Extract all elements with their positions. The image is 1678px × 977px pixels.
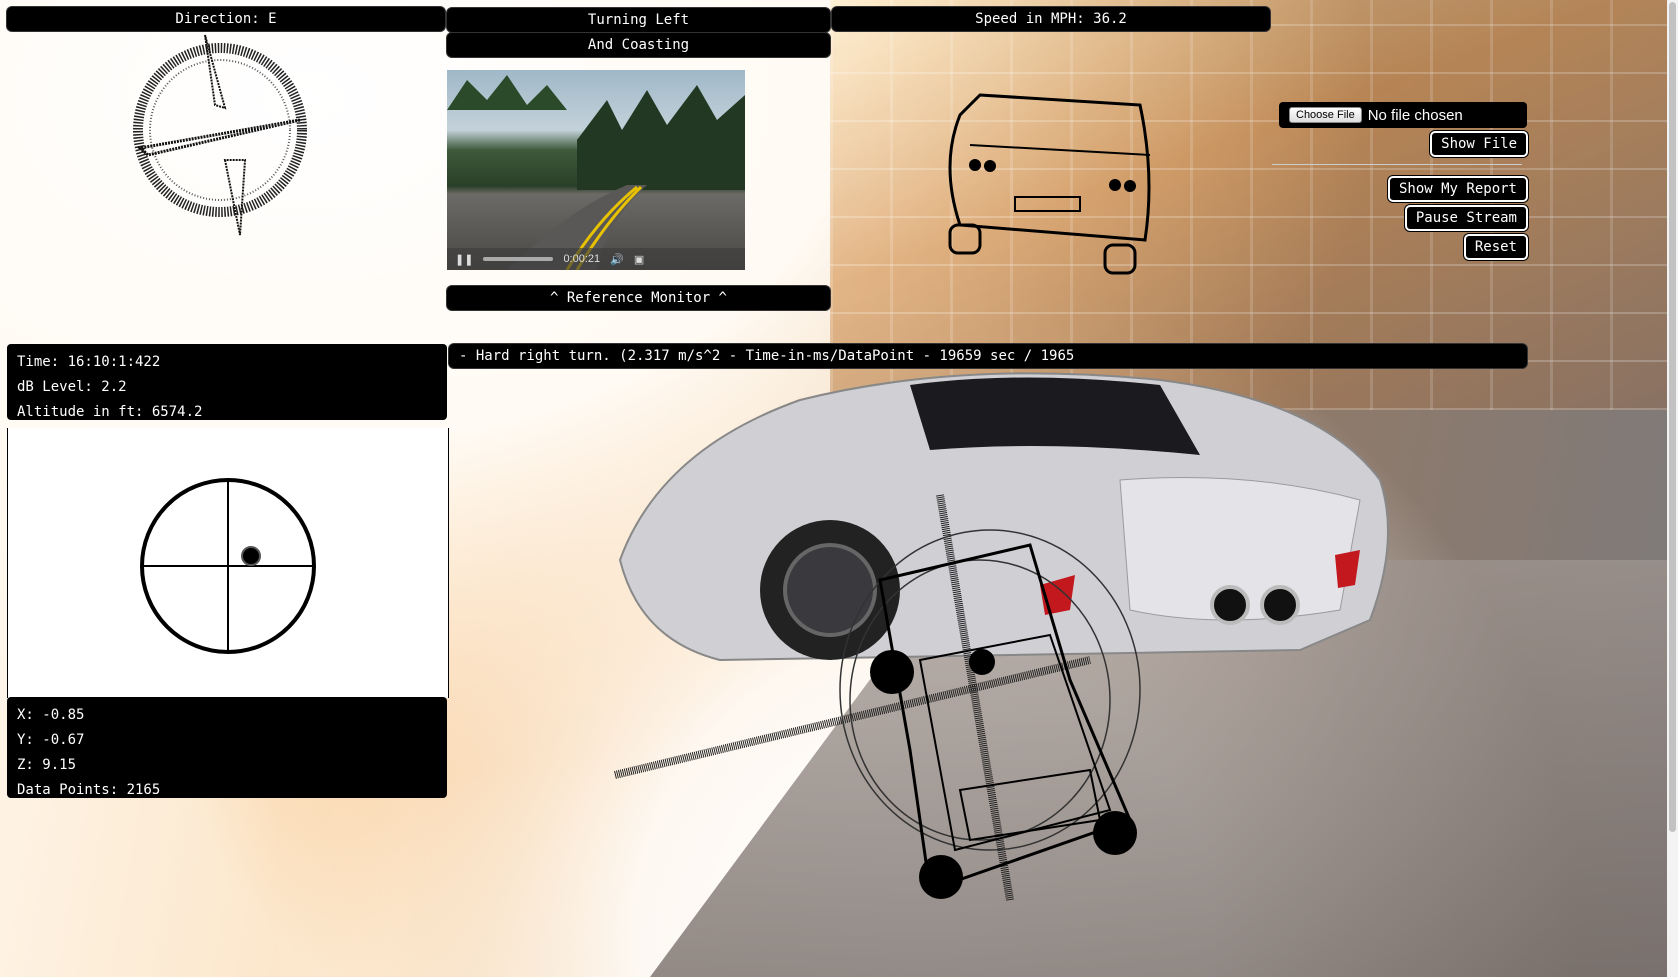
show-report-button[interactable]: Show My Report — [1387, 176, 1528, 202]
choose-file-button[interactable]: Choose File — [1289, 107, 1362, 123]
telemetry-panel: Time: 16:10:1:422 dB Level: 2.2 Altitude… — [7, 344, 447, 420]
compass-icon — [133, 34, 307, 236]
progress-bar[interactable] — [483, 257, 554, 261]
file-status: No file chosen — [1367, 106, 1463, 124]
reset-button[interactable]: Reset — [1463, 234, 1528, 260]
crosshair-icon — [140, 478, 316, 654]
y-readout: Y: -0.67 — [17, 732, 85, 748]
volume-icon[interactable]: 🔊 — [610, 253, 624, 266]
event-bar: - Hard right turn. (2.317 m/s^2 - Time-i… — [449, 344, 1527, 368]
pause-stream-button[interactable]: Pause Stream — [1404, 205, 1528, 231]
show-file-button[interactable]: Show File — [1430, 131, 1528, 157]
pause-icon[interactable]: ❚❚ — [455, 253, 473, 266]
altitude-readout: Altitude in ft: 6574.2 — [17, 404, 203, 420]
accelerometer-gauge — [7, 428, 449, 698]
file-chooser: Choose File No file chosen — [1279, 102, 1527, 128]
reference-monitor-text: ^ Reference Monitor ^ — [549, 290, 727, 306]
scrollbar-thumb[interactable] — [1669, 2, 1676, 832]
vehicle-orientation-icon — [948, 93, 1151, 275]
direction-bar: Direction: E — [7, 7, 445, 31]
x-readout: X: -0.85 — [17, 707, 85, 723]
data-points-readout: Data Points: 2165 — [17, 782, 161, 798]
db-level-readout: dB Level: 2.2 — [17, 379, 127, 395]
speed-text: Speed in MPH: 36.2 — [975, 11, 1127, 27]
video-controls: ❚❚ 0:00:21 🔊 ▣ — [447, 248, 745, 270]
event-text: - Hard right turn. (2.317 m/s^2 - Time-i… — [459, 348, 1075, 364]
accelerometer-panel: X: -0.85 Y: -0.67 Z: 9.15 Data Points: 2… — [7, 697, 447, 798]
page-scrollbar[interactable] — [1667, 0, 1678, 977]
video-time: 0:00:21 — [563, 253, 601, 265]
reference-video[interactable]: ❚❚ 0:00:21 🔊 ▣ — [447, 70, 745, 270]
acceleration-dot — [241, 546, 261, 566]
turn-status-bar-1: Turning Left — [447, 8, 830, 32]
turn-status-bar-2: And Coasting — [447, 33, 830, 57]
time-readout: Time: 16:10:1:422 — [17, 354, 161, 370]
reference-monitor-bar: ^ Reference Monitor ^ — [447, 286, 830, 310]
fullscreen-icon[interactable]: ▣ — [634, 253, 644, 266]
z-readout: Z: 9.15 — [17, 757, 77, 773]
road-scene-image — [447, 75, 745, 270]
speed-bar: Speed in MPH: 36.2 — [832, 7, 1270, 31]
coast-status-text: And Coasting — [587, 37, 690, 53]
divider-line — [1272, 164, 1522, 165]
direction-text: Direction: E — [175, 11, 277, 27]
vehicle-tilt-icon — [614, 494, 1141, 901]
turn-status-text: Turning Left — [587, 12, 690, 28]
